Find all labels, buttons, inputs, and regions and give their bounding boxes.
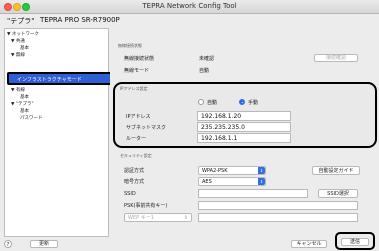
ip-settings-heading: IPアドレス設定 — [120, 86, 148, 91]
app-window: TEPRA Network Config Tool "テプラ" TEPRA PR… — [0, 0, 379, 251]
send-button[interactable]: 送信 — [341, 238, 369, 246]
wireless-state-label: 無線接続状態 — [124, 56, 155, 62]
auth-method-select[interactable]: WPA2-PSK ⇕ — [198, 166, 266, 175]
title-bar: TEPRA Network Config Tool — [0, 0, 379, 14]
wireless-mode-value: 自動 — [199, 68, 210, 74]
tree-item-password[interactable]: パスワード — [20, 115, 43, 121]
tree-item-infrastructure-label: インフラストラクチャモード — [17, 76, 82, 83]
wireless-state-value: 未確認 — [199, 56, 215, 62]
ip-auto-radio[interactable] — [198, 99, 204, 105]
auth-method-value: WPA2-PSK — [202, 168, 228, 174]
encryption-value: AES — [202, 179, 212, 185]
tree-item-common[interactable]: ▼ 共通 — [11, 38, 25, 44]
send-button-highlight: 送信 — [335, 232, 375, 250]
select-arrows-icon: ⇕ — [258, 178, 265, 185]
wireless-mode-label: 無線モード — [124, 68, 150, 74]
wep-key-label: WEP キー1 — [128, 215, 154, 221]
router-field[interactable]: 192.168.1.1 — [197, 133, 291, 143]
router-label: ルーター — [126, 136, 147, 142]
wep-key-select[interactable]: WEP キー1 ⇕ — [124, 213, 192, 222]
wireless-status-heading: 無線接続状態 — [118, 43, 142, 48]
subnet-mask-field[interactable]: 235.235.235.0 — [197, 122, 291, 132]
ip-manual-label: 手動 — [248, 100, 259, 106]
window-title: TEPRA Network Config Tool — [142, 2, 237, 10]
ip-address-label: IPアドレス — [126, 114, 151, 120]
ip-address-field[interactable]: 192.168.1.20 — [197, 111, 291, 121]
psk-label: PSK(事前共有キー) — [124, 203, 168, 209]
auth-method-label: 認証方式 — [124, 168, 145, 174]
encryption-label: 暗号方式 — [124, 179, 145, 185]
tree-item-tepra-basic[interactable]: 基本 — [20, 108, 29, 114]
cancel-button[interactable]: キャンセル — [291, 240, 327, 248]
device-name-label: "テプラ" — [7, 17, 35, 25]
select-arrows-icon: ⇕ — [258, 167, 265, 174]
auto-setup-guide-button[interactable]: 自動設定ガイド — [312, 166, 360, 175]
tree-item-wired-basic[interactable]: 基本 — [20, 94, 29, 100]
ssid-select-button[interactable]: SSID選択 — [318, 189, 358, 198]
security-heading: セキュリティ設定 — [120, 153, 152, 158]
tree-item-network[interactable]: ▼ ネットワーク — [7, 31, 39, 37]
ssid-field[interactable] — [198, 189, 308, 198]
tree-item-tepra[interactable]: ▼ "テプラ" — [11, 101, 34, 107]
select-arrows-icon: ⇕ — [183, 215, 188, 221]
psk-field[interactable] — [198, 201, 358, 210]
update-button[interactable]: 更新 — [30, 240, 58, 248]
ip-manual-radio[interactable] — [239, 99, 245, 105]
subnet-mask-label: サブネットマスク — [126, 125, 167, 131]
tree-item-wireless[interactable]: ▼ 無線 — [11, 52, 25, 58]
device-bar: "テプラ" TEPRA PRO SR-R7900P — [0, 14, 379, 26]
encryption-select[interactable]: AES ⇕ — [198, 177, 266, 186]
tree-item-infrastructure-mode[interactable]: インフラストラクチャモード — [7, 72, 116, 85]
tree-item-wired[interactable]: ▼ 有線 — [11, 87, 25, 93]
device-model: TEPRA PRO SR-R7900P — [40, 16, 120, 24]
connection-check-button[interactable]: 接続確認 — [314, 54, 358, 62]
ip-auto-label: 自動 — [207, 100, 218, 106]
tree-item-common-basic[interactable]: 基本 — [20, 45, 29, 51]
settings-tree — [4, 28, 109, 237]
help-button[interactable]: ? — [4, 240, 12, 248]
wep-key-field[interactable] — [198, 213, 358, 222]
ssid-label: SSID — [124, 191, 136, 197]
